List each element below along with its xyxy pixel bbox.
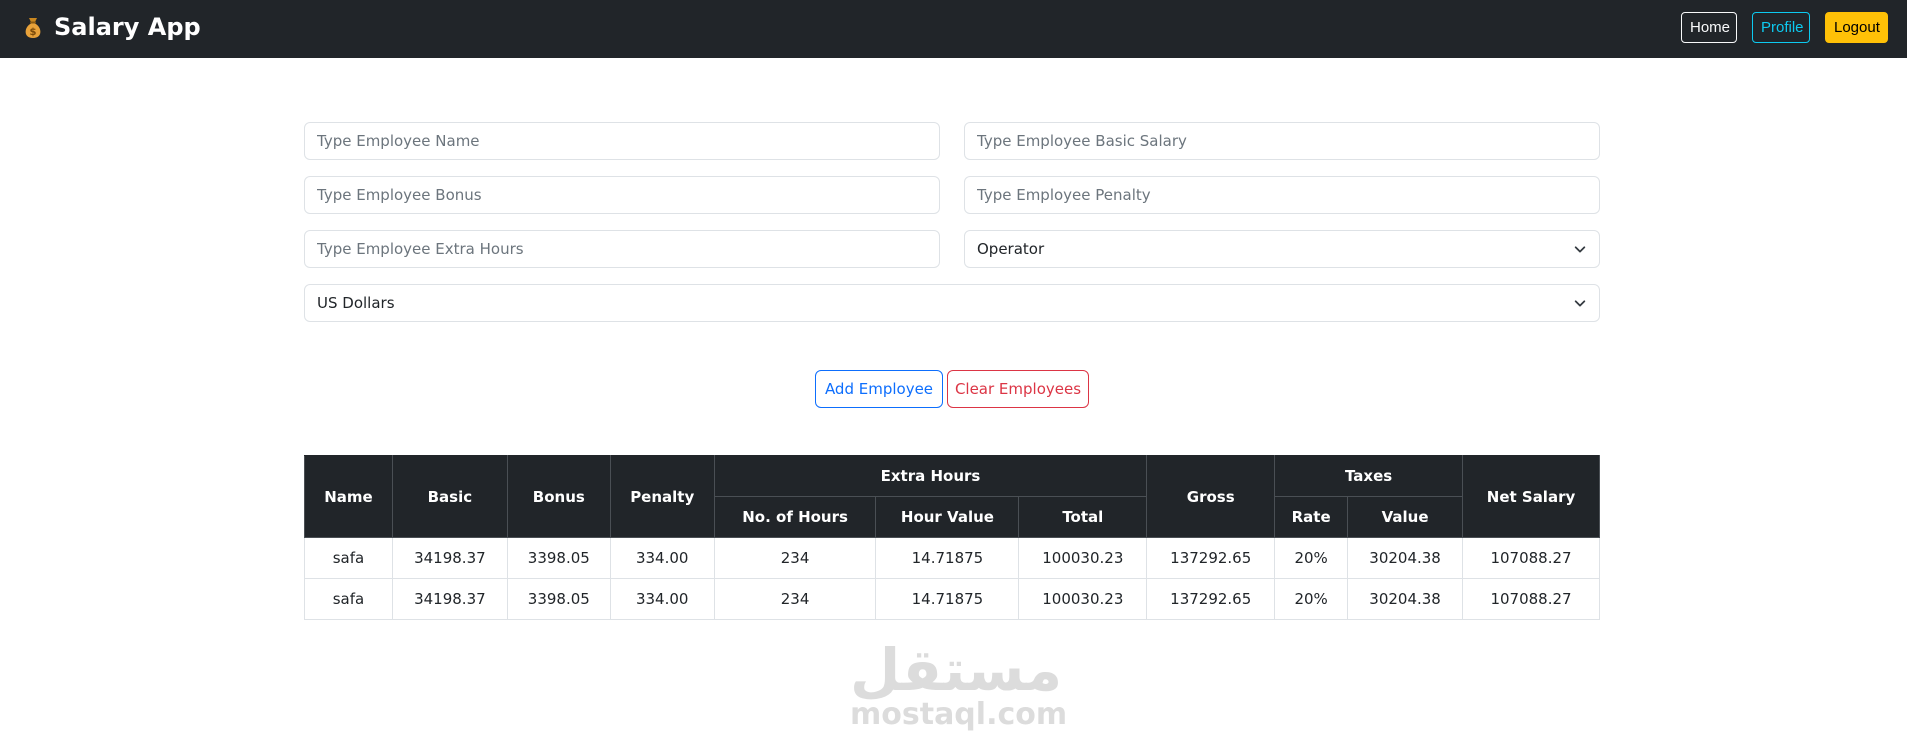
cell-rate: 20%: [1274, 578, 1349, 620]
cell-tax-value: 30204.38: [1347, 537, 1464, 579]
cell-penalty: 334.00: [609, 578, 715, 620]
cell-basic: 34198.37: [391, 537, 508, 579]
cell-hour-value: 14.71875: [875, 537, 1020, 579]
table-row: safa 34198.37 3398.05 334.00 234 14.7187…: [304, 537, 1600, 579]
cell-hour-value: 14.71875: [875, 578, 1020, 620]
role-select-value: Operator: [977, 240, 1045, 258]
brand[interactable]: $ Salary App: [20, 13, 201, 41]
header-taxes: Taxes: [1274, 455, 1464, 497]
employee-name-input[interactable]: [304, 122, 940, 160]
chevron-down-icon: [1574, 300, 1586, 307]
header-total: Total: [1018, 496, 1148, 538]
money-bag-icon: $: [25, 18, 41, 38]
header-gross: Gross: [1146, 455, 1276, 538]
profile-button[interactable]: Profile: [1752, 12, 1810, 43]
currency-select-value: US Dollars: [317, 294, 395, 312]
cell-total: 100030.23: [1018, 537, 1148, 579]
role-select[interactable]: Operator: [964, 230, 1600, 268]
table-row: safa 34198.37 3398.05 334.00 234 14.7187…: [304, 578, 1600, 620]
navbar: $ Salary App Home Profile Logout: [0, 0, 1907, 58]
cell-name: safa: [304, 537, 393, 579]
cell-basic: 34198.37: [391, 578, 508, 620]
cell-gross: 137292.65: [1146, 537, 1276, 579]
cell-gross: 137292.65: [1146, 578, 1276, 620]
header-no-of-hours: No. of Hours: [713, 496, 877, 538]
home-button[interactable]: Home: [1681, 12, 1737, 43]
watermark: مستقل mostaql.com: [850, 636, 1068, 732]
svg-text:$: $: [30, 27, 37, 38]
bonus-input[interactable]: [304, 176, 940, 214]
chevron-down-icon: [1574, 246, 1586, 253]
add-employee-button[interactable]: Add Employee: [815, 370, 943, 408]
cell-hours: 234: [713, 537, 877, 579]
header-rate: Rate: [1274, 496, 1349, 538]
penalty-input[interactable]: [964, 176, 1600, 214]
cell-net: 107088.27: [1462, 578, 1600, 620]
watermark-latin: mostaql.com: [850, 697, 1068, 732]
logout-button[interactable]: Logout: [1825, 12, 1888, 43]
header-bonus: Bonus: [506, 455, 611, 538]
cell-bonus: 3398.05: [506, 537, 611, 579]
cell-name: safa: [304, 578, 393, 620]
basic-salary-input[interactable]: [964, 122, 1600, 160]
cell-total: 100030.23: [1018, 578, 1148, 620]
watermark-arabic: مستقل: [850, 636, 1063, 704]
cell-penalty: 334.00: [609, 537, 715, 579]
header-net-salary: Net Salary: [1462, 455, 1600, 538]
cell-hours: 234: [713, 578, 877, 620]
employees-table: Name Basic Bonus Penalty Extra Hours Gro…: [304, 455, 1600, 620]
header-tax-value: Value: [1347, 496, 1464, 538]
cell-bonus: 3398.05: [506, 578, 611, 620]
header-name: Name: [304, 455, 393, 538]
header-basic: Basic: [391, 455, 508, 538]
extra-hours-input[interactable]: [304, 230, 940, 268]
header-penalty: Penalty: [609, 455, 715, 538]
cell-net: 107088.27: [1462, 537, 1600, 579]
cell-tax-value: 30204.38: [1347, 578, 1464, 620]
cell-rate: 20%: [1274, 537, 1349, 579]
header-extra-hours: Extra Hours: [713, 455, 1148, 497]
header-hour-value: Hour Value: [875, 496, 1020, 538]
app-title: Salary App: [54, 13, 201, 41]
clear-employees-button[interactable]: Clear Employees: [947, 370, 1089, 408]
currency-select[interactable]: US Dollars: [304, 284, 1600, 322]
